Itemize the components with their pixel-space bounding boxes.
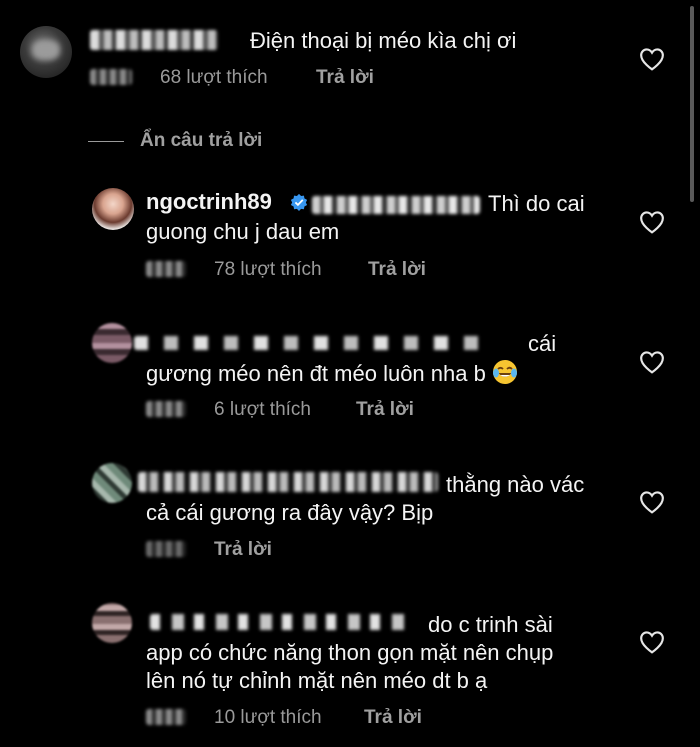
avatar[interactable]: [20, 26, 72, 78]
reply-text: cả cái gương ra đây vậy? Bịp: [146, 500, 434, 525]
heart-icon[interactable]: [639, 210, 665, 234]
obscured-timestamp: [146, 541, 186, 557]
reply-button[interactable]: Trả lời: [356, 398, 414, 422]
divider: [88, 140, 124, 142]
reply-button[interactable]: Trả lời: [316, 66, 374, 90]
heart-icon[interactable]: [639, 490, 665, 514]
verified-badge-icon: [290, 193, 308, 211]
comment-text: Điện thoại bị méo kìa chị ơi: [250, 28, 517, 53]
obscured-timestamp: [146, 709, 186, 725]
hide-replies-label: Ẩn câu trả lời: [140, 130, 263, 151]
heart-icon[interactable]: [639, 350, 665, 374]
like-count[interactable]: 68 lượt thích: [160, 66, 268, 90]
reply-text: gương méo nên đt méo luôn nha b: [146, 359, 518, 388]
reply-text: lên nó tự chỉnh mặt nên méo dt b ạ: [146, 668, 488, 693]
obscured-username: [134, 336, 494, 350]
reply-text: thằng nào vác: [446, 472, 585, 497]
reply-text: cái: [528, 331, 557, 356]
heart-icon[interactable]: [639, 630, 665, 654]
like-count[interactable]: 6 lượt thích: [214, 398, 311, 422]
tears-of-joy-emoji: [492, 360, 517, 384]
reply-text: app có chức năng thon gọn mặt nên chụp: [146, 640, 554, 665]
obscured-username: [138, 472, 438, 492]
obscured-timestamp: [146, 261, 186, 277]
avatar[interactable]: [92, 463, 132, 503]
obscured-username: [90, 30, 218, 50]
avatar[interactable]: [92, 603, 132, 643]
obscured-username: [150, 614, 412, 630]
obscured-timestamp: [90, 69, 132, 85]
scrollbar[interactable]: [690, 6, 694, 202]
obscured-timestamp: [146, 401, 186, 417]
avatar[interactable]: [92, 323, 132, 363]
reply-button[interactable]: Trả lời: [214, 538, 272, 562]
obscured-mention: [312, 196, 480, 214]
reply-button[interactable]: Trả lời: [368, 258, 426, 282]
username[interactable]: ngoctrinh89: [146, 188, 272, 216]
like-count[interactable]: 10 lượt thích: [214, 706, 322, 730]
reply-text: Thì do cai: [488, 191, 585, 216]
avatar[interactable]: [92, 188, 134, 230]
reply-text: do c trinh sài: [428, 612, 553, 637]
reply-button[interactable]: Trả lời: [364, 706, 422, 730]
like-count[interactable]: 78 lượt thích: [214, 258, 322, 282]
hide-replies-button[interactable]: Ẩn câu trả lời: [88, 126, 262, 156]
reply-text: guong chu j dau em: [146, 219, 340, 244]
heart-icon[interactable]: [639, 47, 665, 71]
